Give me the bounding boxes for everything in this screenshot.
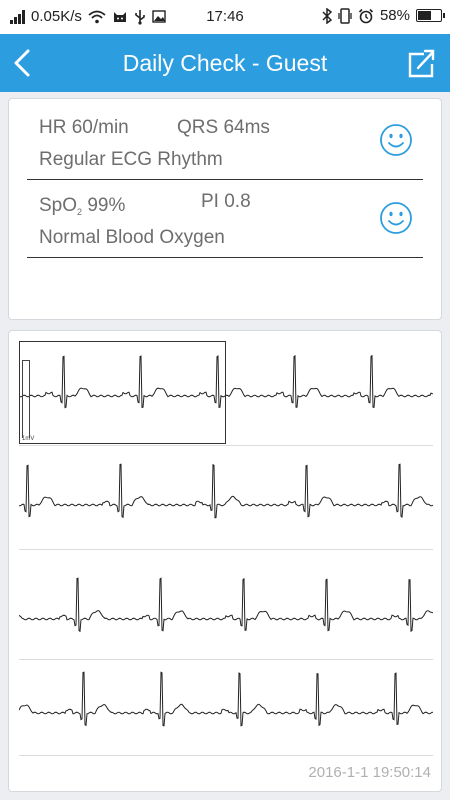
ecg-strip-2 [19, 463, 433, 519]
spo2-percent: 99% [87, 195, 126, 216]
page-title: Daily Check - Guest [122, 50, 328, 76]
calibration-pulse [22, 360, 30, 438]
vibrate-icon [338, 7, 352, 24]
oxygen-smiley-icon [380, 202, 412, 234]
ecg-smiley-icon [380, 124, 412, 156]
spo2-subscript: 2 [77, 207, 83, 217]
status-bar: 0.05K/s 17:46 58% [0, 0, 450, 34]
battery-percent: 58% [379, 7, 410, 24]
ecg-rhythm-status: Regular ECG Rhythm [39, 149, 223, 170]
oxygen-status: Normal Blood Oxygen [39, 227, 225, 248]
strip-divider [19, 549, 433, 550]
alarm-icon [358, 8, 374, 23]
record-timestamp: 2016-1-1 19:50:14 [308, 764, 431, 781]
battery-icon [416, 9, 445, 22]
ecg-strip-4 [19, 671, 433, 727]
strip-divider [19, 659, 433, 660]
share-icon[interactable] [404, 46, 438, 80]
app-header: Daily Check - Guest [0, 34, 450, 92]
bluetooth-icon [322, 7, 332, 24]
ecg-strip-3 [19, 577, 433, 633]
oxygen-summary-row: SpO2 99% PI 0.8 Normal Blood Oxygen [27, 181, 423, 258]
qrs-value: QRS 64ms [177, 117, 270, 138]
heart-rate-value: HR 60/min [39, 117, 129, 138]
strip-divider [19, 445, 433, 446]
spo2-value: SpO2 99% [39, 195, 125, 217]
ecg-summary-row: HR 60/min QRS 64ms Regular ECG Rhythm [27, 103, 423, 180]
calibration-label: 1mV [22, 436, 35, 442]
zoom-selection-box[interactable]: 1mV [19, 341, 226, 444]
ecg-waveform-card[interactable]: 1mV 2016-1-1 19:50:14 [8, 330, 442, 792]
spo2-label: SpO [39, 195, 78, 216]
summary-card: HR 60/min QRS 64ms Regular ECG Rhythm Sp… [8, 98, 442, 320]
strip-divider [19, 755, 433, 756]
pi-value: PI 0.8 [201, 191, 251, 212]
